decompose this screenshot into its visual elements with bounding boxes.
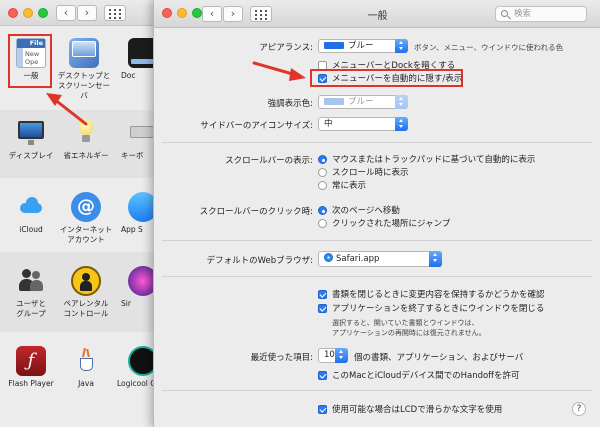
screen: ‹ › File New Ope 一般 デスクトップと スクリーンセーバ Doc… [0,0,600,427]
annotation-arrow-autohide [252,61,306,81]
